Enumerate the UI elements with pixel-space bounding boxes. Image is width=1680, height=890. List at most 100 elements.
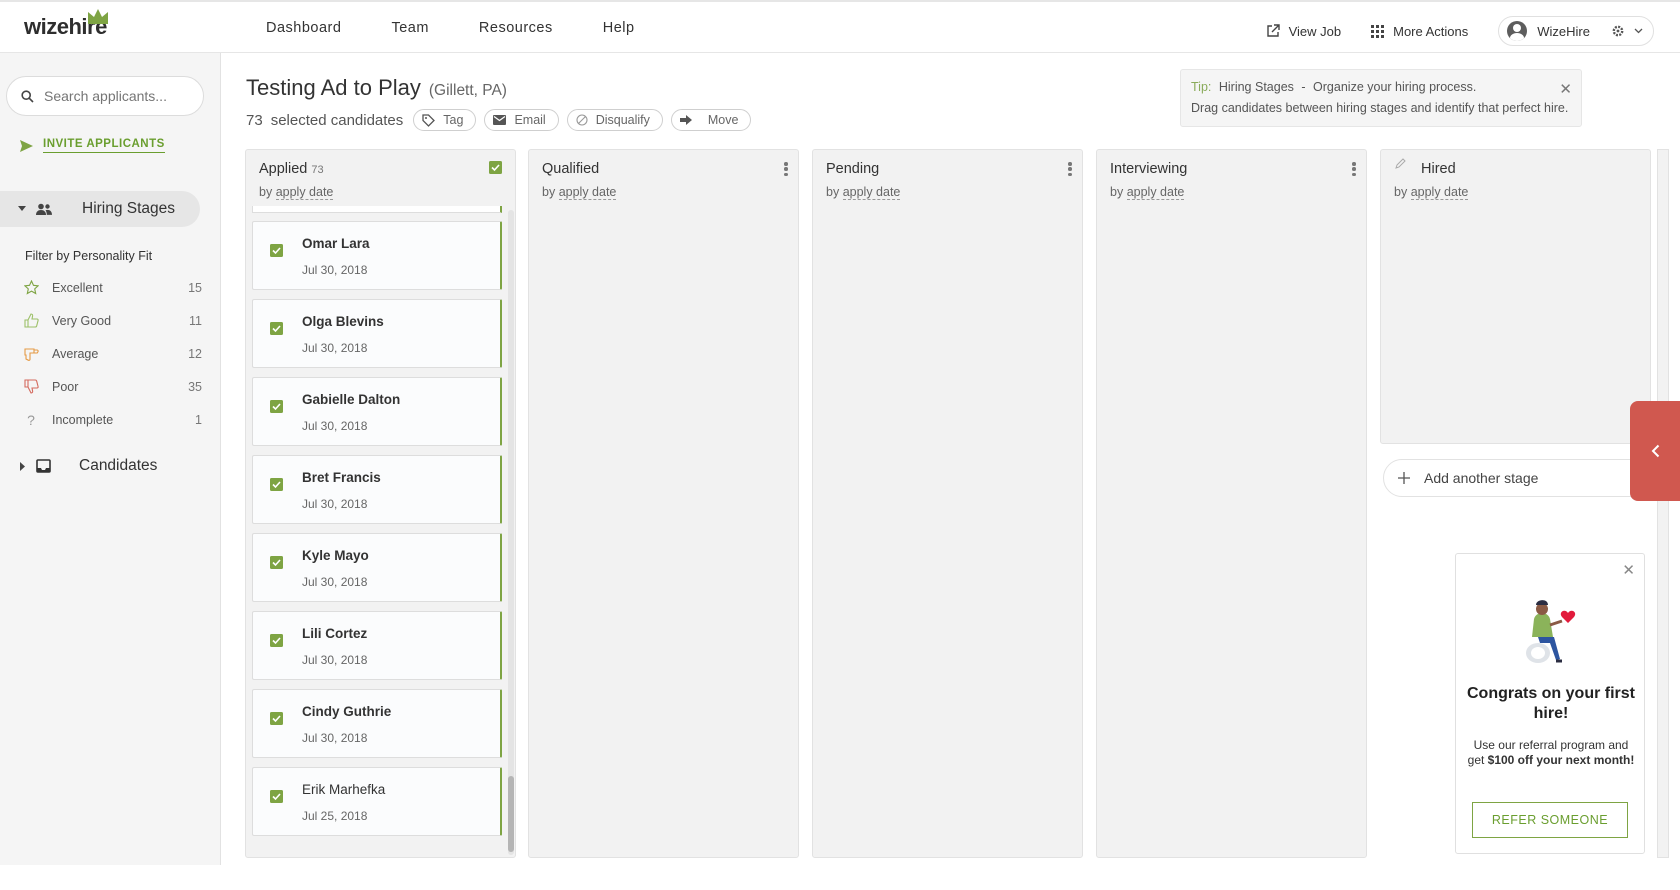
add-stage-button[interactable]: Add another stage [1383,459,1655,497]
pencil-icon[interactable] [1395,157,1407,169]
tag-label: Tag [443,113,464,127]
checkbox-checked-icon [270,244,283,257]
candidate-card[interactable]: Cindy Guthrie Jul 30, 2018 [252,689,502,758]
nav-resources[interactable]: Resources [479,20,553,36]
select-all-checkbox[interactable] [489,161,502,179]
ban-icon [576,114,588,126]
envelope-icon [493,115,507,125]
user-menu[interactable]: WizeHire [1498,16,1654,46]
candidate-date: Jul 30, 2018 [302,263,368,277]
thumbs-sideways-icon [22,345,40,363]
candidate-date: Jul 30, 2018 [302,575,368,589]
nav-help[interactable]: Help [603,20,635,36]
candidate-checkbox[interactable] [270,634,283,652]
stage-sort-by: by [542,185,556,199]
disqualify-label: Disqualify [595,113,650,127]
checkbox-checked-icon [270,790,283,803]
sidebar: INVITE APPLICANTS Hiring Stages Filter b… [0,53,221,865]
sort-link[interactable]: apply date [1126,185,1185,200]
candidate-date: Jul 30, 2018 [302,653,368,667]
filter-very-good[interactable]: Very Good 11 [22,304,202,337]
candidate-checkbox[interactable] [270,244,283,262]
sort-link[interactable]: apply date [558,185,617,200]
candidates-nav[interactable]: Candidates [20,457,157,475]
search-box[interactable] [6,76,204,116]
user-name: WizeHire [1537,23,1590,39]
stage-title[interactable]: Hired [1421,161,1456,177]
candidate-card[interactable]: Bret Francis Jul 30, 2018 [252,455,502,524]
sort-link[interactable]: apply date [1410,185,1469,200]
stage-sort-by: by [1110,185,1124,199]
email-button[interactable]: Email [484,109,559,131]
filter-count: 15 [188,280,202,295]
job-title-text: Testing Ad to Play [246,75,421,100]
candidate-card[interactable]: Olga Blevins Jul 30, 2018 [252,299,502,368]
candidate-name: Gabielle Dalton [302,392,401,407]
collapse-panel-button[interactable] [1630,401,1680,501]
caret-right-icon [20,461,25,471]
candidate-checkbox[interactable] [270,790,283,808]
question-icon: ? [27,411,35,428]
tip-label: Tip: [1191,80,1212,94]
stage-title: Qualified [542,161,600,177]
candidate-card[interactable]: Erik Marhefka Jul 25, 2018 [252,767,502,836]
thumbs-down-icon [22,378,40,396]
search-icon [21,89,34,103]
filter-excellent[interactable]: Excellent 15 [22,271,202,304]
congrats-text-bold: $100 off your next month! [1487,753,1635,767]
candidate-name: Lili Cortez [302,626,368,641]
scrollbar-track[interactable] [508,210,514,855]
tag-button[interactable]: Tag [413,109,477,131]
invite-applicants-link[interactable]: INVITE APPLICANTS [20,138,165,153]
refer-someone-button[interactable]: REFER SOMEONE [1472,802,1628,838]
close-icon[interactable]: ✕ [1622,561,1635,579]
caret-down-icon [18,206,26,211]
sort-link[interactable]: apply date [842,185,901,200]
candidate-card[interactable]: Lili Cortez Jul 30, 2018 [252,611,502,680]
checkbox-checked-icon [270,478,283,491]
candidate-checkbox[interactable] [270,322,283,340]
next-column-edge [1657,149,1669,858]
nav-team[interactable]: Team [391,20,428,36]
kebab-menu-icon[interactable] [1068,162,1072,176]
disqualify-button[interactable]: Disqualify [566,109,663,131]
candidate-name: Erik Marhefka [302,782,386,797]
hiring-stages-nav[interactable]: Hiring Stages [0,191,200,227]
filter-count: 11 [189,313,202,328]
external-link-icon [1266,24,1280,37]
candidate-checkbox[interactable] [270,712,283,730]
close-icon[interactable]: ✕ [1559,79,1572,100]
filter-incomplete[interactable]: ? Incomplete 1 [22,403,202,436]
kebab-menu-icon[interactable] [784,162,788,176]
candidate-card[interactable]: Gabielle Dalton Jul 30, 2018 [252,377,502,446]
candidate-checkbox[interactable] [270,478,283,496]
candidate-name: Kyle Mayo [302,548,369,563]
stage-sort-by: by [1394,185,1408,199]
stage-title: Pending [826,161,880,177]
stage-sort: by apply date [542,185,617,200]
candidate-card[interactable]: Kyle Mayo Jul 30, 2018 [252,533,502,602]
move-button[interactable]: Move [670,109,752,131]
bottom-band [0,865,1680,890]
filter-average[interactable]: Average 12 [22,337,202,370]
kebab-menu-icon[interactable] [1352,162,1356,176]
tag-icon [422,113,436,127]
scrollbar-thumb[interactable] [508,776,514,852]
selected-count: 73 [246,111,263,129]
filter-poor[interactable]: Poor 35 [22,370,202,403]
more-actions-button[interactable]: More Actions [1371,24,1468,39]
sort-link[interactable]: apply date [275,185,334,200]
chevron-down-icon [1634,28,1643,34]
checkbox-checked-icon [270,400,283,413]
candidate-checkbox[interactable] [270,400,283,418]
search-input[interactable] [44,88,194,104]
avatar [1507,21,1528,41]
candidate-date: Jul 30, 2018 [302,731,368,745]
view-job-button[interactable]: View Job [1266,24,1341,39]
candidate-card[interactable]: Omar Lara Jul 30, 2018 [252,221,502,290]
gear-icon [1612,25,1624,37]
stage-sort: by apply date [826,185,901,200]
main-nav: Dashboard Team Resources Help [266,20,635,36]
nav-dashboard[interactable]: Dashboard [266,20,341,36]
candidate-checkbox[interactable] [270,556,283,574]
